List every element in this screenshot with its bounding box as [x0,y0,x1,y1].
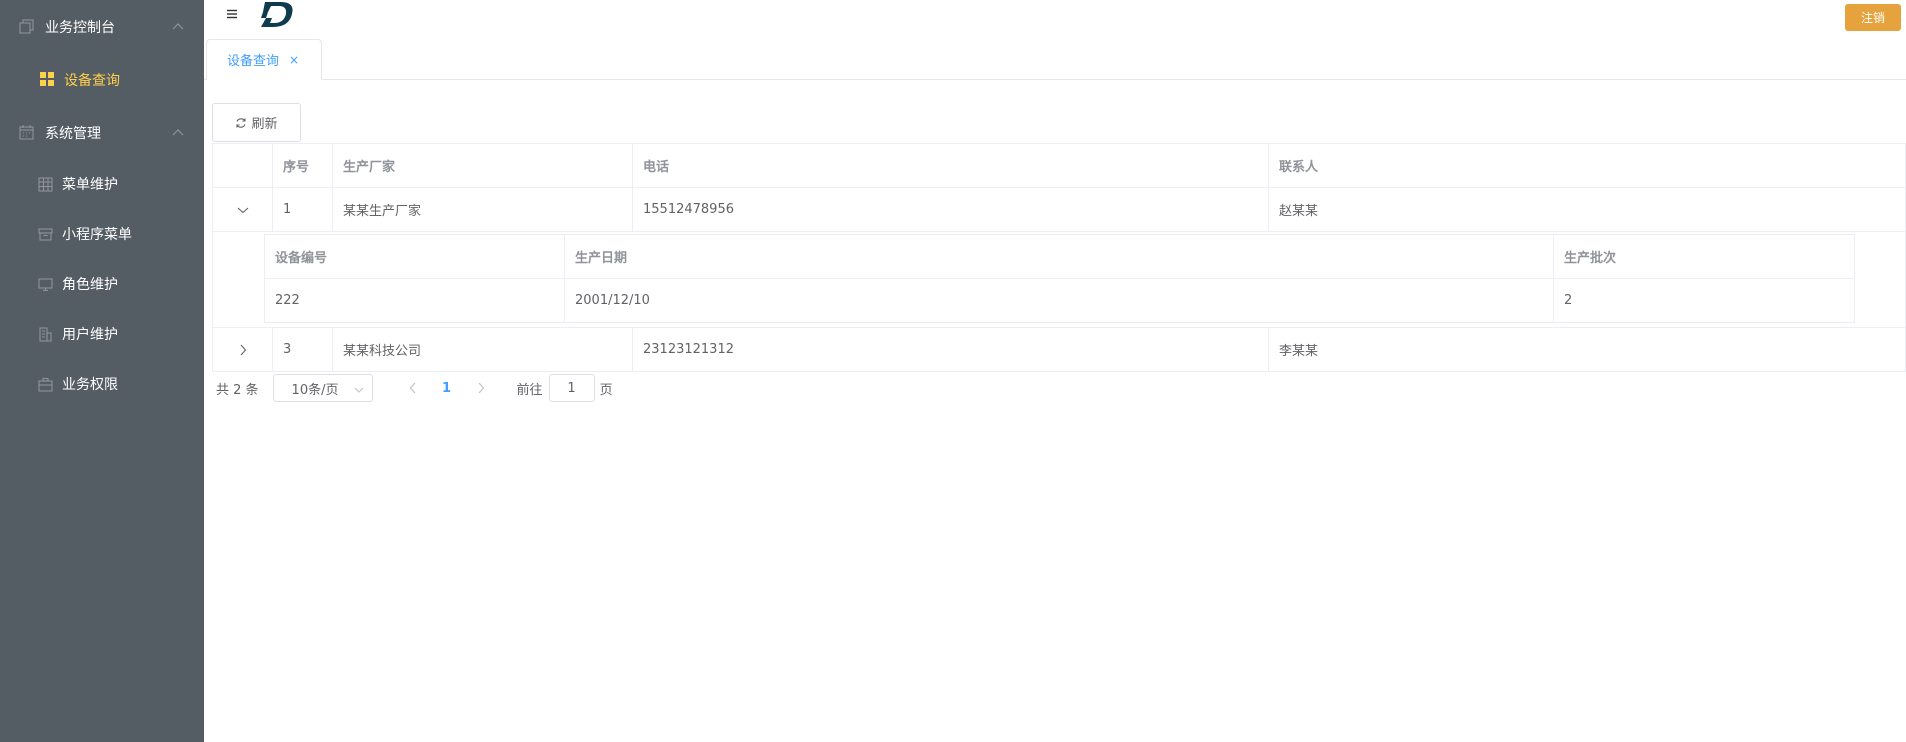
building-icon [37,326,53,342]
page-size-value: 10条/页 [291,382,339,398]
close-icon[interactable]: × [289,53,299,67]
page-number-current[interactable]: 1 [427,374,467,402]
chevron-down-icon [354,383,364,398]
sidebar-item-label: 设备查询 [64,72,120,89]
sidebar-item-label: 角色维护 [62,277,118,293]
cell-device-code: 222 [265,279,565,322]
chevron-right-icon[interactable] [236,343,250,357]
expand-column-header [213,144,273,187]
chevron-down-icon[interactable] [236,203,250,217]
box-icon [37,226,53,242]
sidebar-item-menu-maintenance[interactable]: 菜单维护 [0,159,204,209]
cell-contact: 赵某某 [1269,188,1906,231]
table-row[interactable]: 3 某某科技公司 23123121312 李某某 [213,328,1906,372]
sidebar-item-label: 菜单维护 [62,177,118,193]
sidebar-item-label: 小程序菜单 [62,227,132,243]
grid-icon [39,72,55,88]
cell-index: 1 [273,188,333,231]
suitcase-icon [37,376,53,392]
table-icon [37,176,53,192]
device-detail-table: 设备编号 生产日期 生产批次 222 2001/12/10 2 [264,234,1855,323]
sidebar-item-user-maintenance[interactable]: 用户维护 [0,309,204,359]
sidebar-item-label: 业务权限 [62,377,118,393]
expand-cell [213,188,273,231]
sidebar-item-device-query[interactable]: 设备查询 [0,53,204,106]
cell-index: 3 [273,328,333,371]
refresh-icon [235,117,247,129]
top-header: 注销 [204,0,1906,40]
cell-batch: 2 [1554,279,1855,322]
logout-button[interactable]: 注销 [1845,4,1901,31]
device-table: 序号 生产厂家 电话 联系人 1 某某生产厂家 15512478956 赵某某 … [212,143,1906,372]
table-header-row: 序号 生产厂家 电话 联系人 [213,144,1906,188]
menu-group-label: 系统管理 [45,125,101,142]
logo [259,0,297,30]
column-header-device-code: 设备编号 [265,235,565,278]
cell-manufacturer: 某某科技公司 [333,328,633,371]
column-header-production-date: 生产日期 [565,235,1554,278]
chevron-up-icon [172,18,184,34]
chevron-up-icon [172,124,184,140]
cell-contact: 李某某 [1269,328,1906,371]
cell-phone: 15512478956 [633,188,1269,231]
sidebar-item-label: 用户维护 [62,327,118,343]
column-header-manufacturer: 生产厂家 [333,144,633,187]
sidebar-item-role-maintenance[interactable]: 角色维护 [0,259,204,309]
prev-page-button[interactable] [399,374,427,402]
cell-phone: 23123121312 [633,328,1269,371]
app-root: 业务控制台 设备查询 系统管理 菜单维护 小程序菜单 角色维护 用户维护 业务权… [0,0,1906,742]
column-header-batch: 生产批次 [1554,235,1855,278]
tab-device-query[interactable]: 设备查询 × [206,39,322,80]
copy-icon [18,19,34,35]
goto-page-input[interactable] [548,374,595,402]
refresh-label: 刷新 [251,117,278,132]
monitor-icon [37,276,53,292]
expand-cell [213,328,273,371]
expanded-row-detail: 设备编号 生产日期 生产批次 222 2001/12/10 2 [213,232,1906,328]
next-page-button[interactable] [467,374,495,402]
pagination: 共 2 条 10条/页 1 前往 页 [216,374,613,402]
goto-label: 前往 [516,382,543,398]
cell-production-date: 2001/12/10 [565,279,1554,322]
sidebar-item-business-permission[interactable]: 业务权限 [0,359,204,409]
menu-group-console[interactable]: 业务控制台 [0,0,204,53]
calendar-icon [18,125,34,141]
sidebar-item-miniprogram-menu[interactable]: 小程序菜单 [0,209,204,259]
tab-label: 设备查询 [227,54,280,69]
menu-group-system[interactable]: 系统管理 [0,106,204,159]
page-suffix: 页 [599,382,613,398]
cell-manufacturer: 某某生产厂家 [333,188,633,231]
column-header-contact: 联系人 [1269,144,1906,187]
menu-group-label: 业务控制台 [45,19,115,36]
subtable-row: 222 2001/12/10 2 [265,279,1855,323]
tab-bar: 设备查询 × [204,39,1906,80]
sidebar: 业务控制台 设备查询 系统管理 菜单维护 小程序菜单 角色维护 用户维护 业务权… [0,0,204,742]
column-header-index: 序号 [273,144,333,187]
column-header-phone: 电话 [633,144,1269,187]
refresh-button[interactable]: 刷新 [212,103,301,142]
page-size-select[interactable]: 10条/页 [272,374,373,402]
subtable-header-row: 设备编号 生产日期 生产批次 [265,235,1855,279]
table-row[interactable]: 1 某某生产厂家 15512478956 赵某某 [213,188,1906,232]
pagination-total: 共 2 条 [216,382,259,398]
hamburger-menu-icon[interactable] [225,7,239,21]
